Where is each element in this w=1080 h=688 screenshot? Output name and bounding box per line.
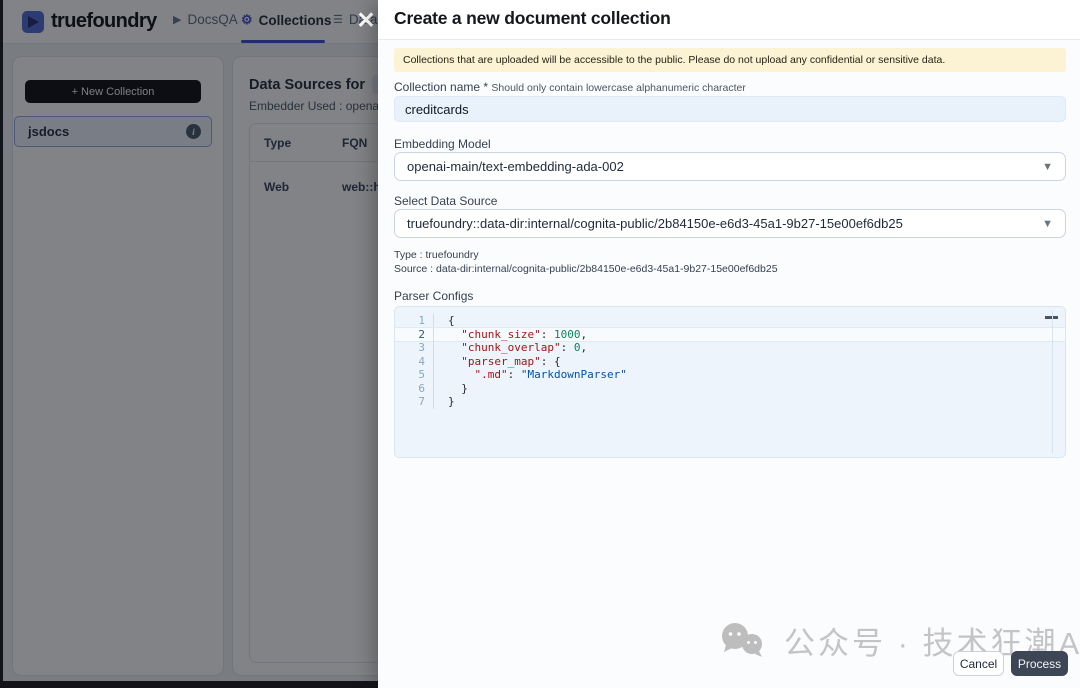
chevron-down-icon: ▼ — [1042, 160, 1053, 173]
code-line: 6 } — [418, 381, 468, 395]
source-line: Source : data-dir:internal/cognita-publi… — [394, 263, 778, 275]
process-button[interactable]: Process — [1011, 651, 1068, 676]
code-line: 5 ".md": "MarkdownParser" — [418, 368, 627, 382]
code-line: 7} — [418, 395, 455, 409]
wechat-icon — [722, 622, 762, 657]
data-source-label: Select Data Source — [394, 194, 498, 208]
code-line: 4 "parser_map": { — [418, 354, 561, 368]
editor-scrollbar[interactable] — [1052, 311, 1053, 453]
code-line: 2 "chunk_size": 1000, — [395, 327, 1065, 341]
embedding-model-label: Embedding Model — [394, 137, 491, 151]
embedding-model-select[interactable]: openai-main/text-embedding-ada-002 ▼ — [394, 152, 1066, 181]
collection-name-hint: Should only contain lowercase alphanumer… — [491, 82, 746, 94]
embedding-model-value: openai-main/text-embedding-ada-002 — [407, 159, 624, 174]
drawer-footer: Cancel Process — [953, 651, 1068, 676]
parser-config-editor[interactable]: 1{2 "chunk_size": 1000, 3 "chunk_overlap"… — [394, 306, 1066, 458]
code-lines: 1{2 "chunk_size": 1000, 3 "chunk_overlap"… — [395, 314, 1065, 409]
banner-text: Collections that are uploaded will be ac… — [403, 54, 946, 66]
drawer-title: Create a new document collection — [394, 8, 671, 28]
public-warning-banner: Collections that are uploaded will be ac… — [394, 48, 1066, 72]
drawer-header: Create a new document collection — [378, 0, 1080, 40]
chevron-down-icon: ▼ — [1042, 217, 1053, 230]
collection-name-label: Collection name * Should only contain lo… — [394, 80, 746, 94]
data-source-select[interactable]: truefoundry::data-dir:internal/cognita-p… — [394, 209, 1066, 238]
data-source-value: truefoundry::data-dir:internal/cognita-p… — [407, 216, 903, 231]
close-icon[interactable]: ✕ — [351, 5, 381, 35]
collection-name-input[interactable] — [394, 96, 1066, 122]
cancel-button[interactable]: Cancel — [953, 651, 1004, 676]
type-line: Type : truefoundry — [394, 249, 479, 261]
code-line: 3 "chunk_overlap": 0, — [418, 341, 588, 355]
parser-configs-label: Parser Configs — [394, 289, 474, 303]
create-collection-drawer: Create a new document collection Collect… — [378, 0, 1080, 688]
code-line: 1{ — [418, 314, 455, 328]
